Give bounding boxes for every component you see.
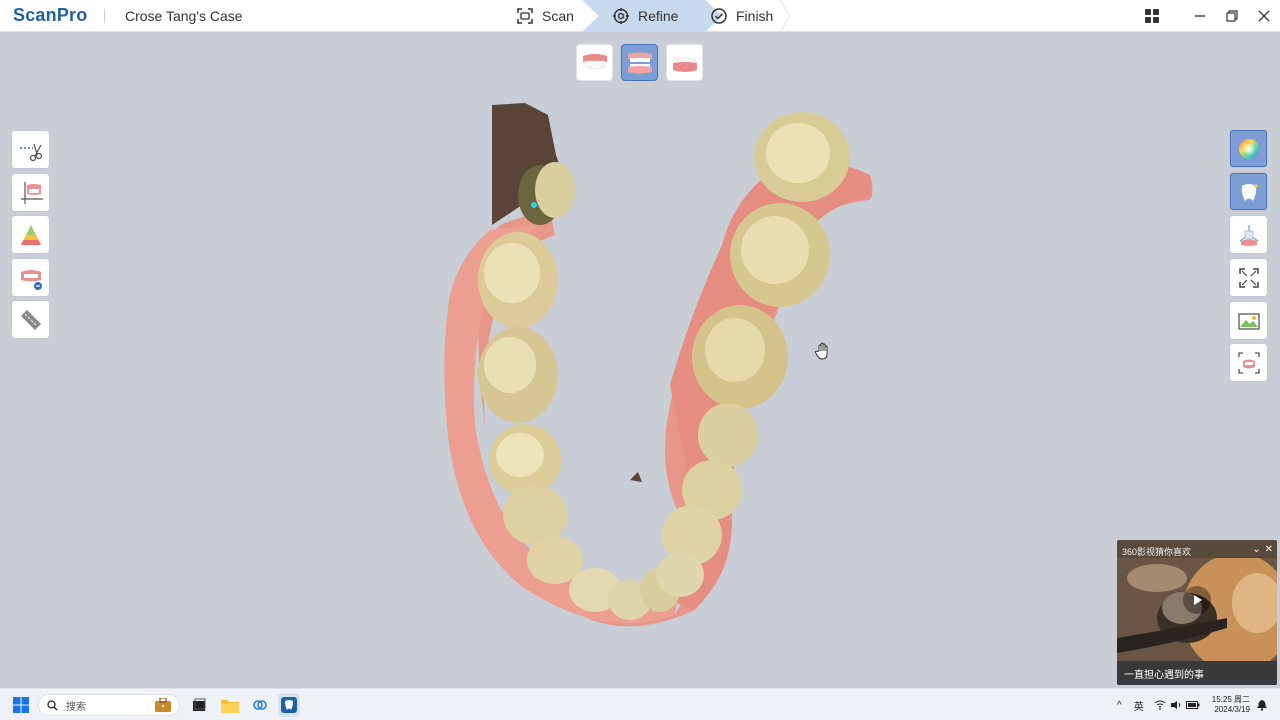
workflow-steps: Scan Refine Finish [500,0,800,32]
lower-jaw-view-button[interactable] [666,44,703,81]
scanpro-taskbar-button[interactable] [278,693,300,717]
apps-grid-icon [1145,9,1159,23]
title-divider [104,9,105,23]
briefcase-icon [155,698,171,712]
clock-time: 15:25 周二 [1211,695,1250,704]
screenshot-tool[interactable] [1230,302,1267,339]
step-scan-label: Scan [542,8,574,24]
play-icon [1194,595,1202,605]
base-plane-icon [20,181,43,204]
folder-icon [221,699,239,713]
clock-date: 2024/3/19 [1214,705,1250,714]
chevron-down-icon[interactable]: ⌄ [1252,544,1260,555]
popup-controls: ⌄ ✕ [1252,544,1273,555]
jaw-view-selector [576,44,703,81]
upper-jaw-view-button[interactable] [576,44,613,81]
step-chevron [779,0,791,32]
axis-view-icon [1239,224,1258,246]
ime-indicator[interactable]: 英 [1134,698,1144,713]
step-finish-label: Finish [736,8,774,24]
gear-icon [613,8,629,24]
chevron-up-icon[interactable]: ^ [1117,700,1122,711]
dental-scan-model[interactable] [430,95,890,640]
base-plane-tool[interactable] [12,174,49,211]
restore-icon [1226,10,1238,22]
close-icon [1258,10,1270,22]
file-explorer-button[interactable] [220,693,240,717]
axis-view-tool[interactable] [1230,216,1267,253]
scan-icon [517,8,533,24]
volume-icon[interactable] [1170,700,1182,710]
video-recommendation-popup[interactable]: 360影视猜你喜欢 ⌄ ✕ 一直担心遇到的事 [1117,540,1277,685]
occlusion-icon [1237,351,1260,374]
color-wheel-icon [1238,138,1259,159]
link-icon [253,700,267,710]
both-jaws-icon [627,52,652,73]
start-button[interactable] [10,693,32,717]
taskbar-search[interactable]: 搜索 [38,694,180,716]
taskbar: 搜索 ^ 英 15:25 周二 2024/3/19 [0,688,1280,720]
windows-logo-icon [13,697,29,713]
minimize-icon [1195,15,1205,17]
step-scan[interactable]: Scan [516,0,574,32]
occlusion-view-tool[interactable] [1230,344,1267,381]
close-icon[interactable]: ✕ [1265,544,1273,555]
notification-bell-icon[interactable] [1256,699,1268,711]
step-refine-label: Refine [638,8,679,24]
trim-scissors-tool[interactable] [12,131,49,168]
browser-button[interactable] [250,693,270,717]
check-circle-icon [711,8,727,24]
clock[interactable]: 15:25 周二 2024/3/19 [1212,695,1250,715]
search-icon [47,699,58,710]
tooth-light-icon [1241,182,1259,201]
apps-grid-button[interactable] [1136,0,1168,32]
popup-title: 360影视猜你喜欢 [1122,547,1192,557]
minimize-button[interactable] [1184,0,1216,32]
scanpro-tooth-icon [281,697,297,713]
window-controls-gap [1168,0,1184,32]
search-placeholder: 搜索 [66,701,86,713]
color-texture-tool[interactable] [1230,130,1267,167]
margin-color-tool[interactable] [12,216,49,253]
color-cone-icon [20,224,41,245]
undercut-icon [20,269,42,290]
hand-cursor-icon [815,342,828,360]
task-view-icon [193,698,206,711]
lower-jaw-icon [672,57,697,72]
step-refine[interactable]: Refine [582,0,722,32]
battery-icon[interactable] [1185,700,1200,710]
undercut-tool[interactable] [12,259,49,296]
system-tray: ^ 英 15:25 周二 2024/3/19 [1117,689,1280,720]
upper-jaw-icon [582,53,607,69]
play-button[interactable] [1183,586,1211,614]
title-bar: ScanPro Crose Tang's Case Scan Refine Fi… [0,0,1280,32]
fullscreen-icon [1238,267,1259,288]
wifi-icon[interactable] [1154,700,1166,710]
popup-caption: 一直担心遇到的事 [1117,661,1277,685]
measure-ruler-tool[interactable] [12,301,49,338]
fit-screen-tool[interactable] [1230,259,1267,296]
scissors-icon [19,143,42,161]
window-controls [1136,0,1280,32]
case-title: Crose Tang's Case [125,8,243,24]
restore-button[interactable] [1216,0,1248,32]
both-jaws-view-button[interactable] [621,44,658,81]
ruler-icon [20,309,41,330]
lighting-tool[interactable] [1230,173,1267,210]
close-button[interactable] [1248,0,1280,32]
image-icon [1237,312,1260,330]
step-finish[interactable]: Finish [710,0,773,32]
app-logo: ScanPro [13,5,88,25]
task-view-button[interactable] [190,693,208,717]
